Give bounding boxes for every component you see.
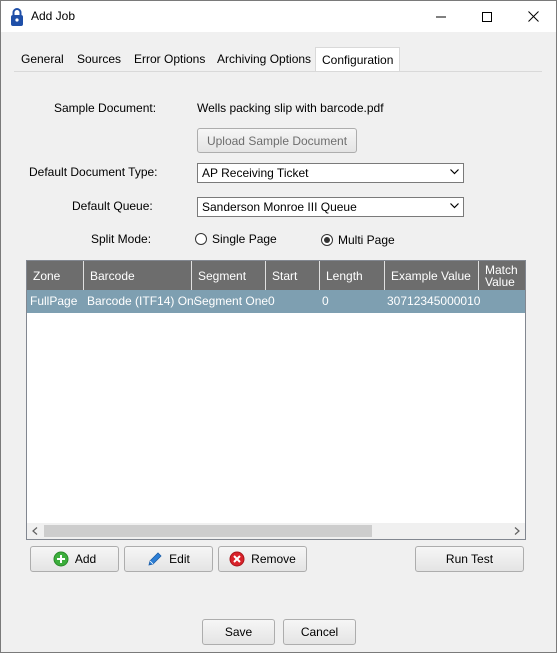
chevron-down-icon [450,203,459,209]
grid-header: Zone Barcode Segment Start Length Exampl… [27,261,525,290]
edit-button[interactable]: Edit [124,546,213,572]
tab-error-options[interactable]: Error Options [128,48,211,70]
column-header-match-value[interactable]: Match Value [479,261,525,290]
padlock-icon [10,7,24,27]
chevron-down-icon [450,169,459,175]
cell-length: 0 [322,294,329,308]
tab-general[interactable]: General [15,48,70,70]
maximize-icon [482,11,492,22]
add-job-window: Add Job General Sources Error Options Ar… [0,0,557,653]
minimize-icon [436,16,446,17]
column-header-barcode[interactable]: Barcode [84,261,192,290]
close-button[interactable] [510,1,556,32]
minimize-button[interactable] [418,1,464,32]
single-page-label: Single Page [212,232,277,246]
radio-unchecked-icon [195,233,207,245]
sample-document-value: Wells packing slip with barcode.pdf [197,101,384,115]
edit-label: Edit [169,552,190,566]
add-button[interactable]: Add [30,546,119,572]
tab-archiving-options[interactable]: Archiving Options [211,48,317,70]
add-label: Add [74,552,97,566]
column-header-example-value[interactable]: Example Value [385,261,479,290]
scrollbar-thumb[interactable] [44,525,372,537]
pencil-icon [147,551,163,567]
save-button[interactable]: Save [202,619,275,645]
run-test-button[interactable]: Run Test [415,546,524,572]
barcode-zone-grid[interactable]: Zone Barcode Segment Start Length Exampl… [26,260,526,540]
column-header-segment[interactable]: Segment [192,261,266,290]
upload-sample-document-button[interactable]: Upload Sample Document [197,128,357,153]
chevron-right-icon[interactable] [514,527,520,535]
close-icon [527,11,539,22]
cancel-button[interactable]: Cancel [283,619,356,645]
multi-page-radio[interactable]: Multi Page [321,233,395,247]
default-document-type-label: Default Document Type: [29,165,158,179]
default-queue-select[interactable]: Sanderson Monroe III Queue [197,197,464,217]
table-row[interactable]: FullPage Barcode (ITF14) One Segment One… [27,290,525,313]
split-mode-label: Split Mode: [91,232,152,246]
default-queue-label: Default Queue: [72,199,153,213]
remove-icon [229,551,245,567]
remove-label: Remove [251,552,296,566]
default-document-type-select[interactable]: AP Receiving Ticket [197,163,464,183]
column-header-start[interactable]: Start [266,261,320,290]
column-header-zone[interactable]: Zone [27,261,84,290]
cell-barcode: Barcode (ITF14) One [87,294,195,308]
column-header-length[interactable]: Length [320,261,385,290]
tab-configuration[interactable]: Configuration [315,47,401,72]
cell-segment: Segment One [194,294,269,308]
window-title: Add Job [31,9,76,23]
cell-zone: FullPage [30,294,78,308]
add-icon [53,551,69,567]
default-queue-value: Sanderson Monroe III Queue [202,200,357,214]
default-document-type-value: AP Receiving Ticket [202,166,309,180]
title-bar[interactable]: Add Job [1,1,556,32]
chevron-left-icon[interactable] [32,527,38,535]
single-page-radio[interactable]: Single Page [195,232,277,246]
multi-page-label: Multi Page [338,233,395,247]
horizontal-scrollbar[interactable] [27,523,525,539]
radio-checked-icon [321,234,333,246]
cell-match-value [479,290,525,313]
tab-sources[interactable]: Sources [71,48,127,70]
cell-example-value: 30712345000010 [387,294,481,308]
maximize-button[interactable] [464,1,510,32]
remove-button[interactable]: Remove [218,546,307,572]
tab-strip: General Sources Error Options Archiving … [15,47,543,72]
cell-start: 0 [268,294,275,308]
sample-document-label: Sample Document: [54,101,157,115]
